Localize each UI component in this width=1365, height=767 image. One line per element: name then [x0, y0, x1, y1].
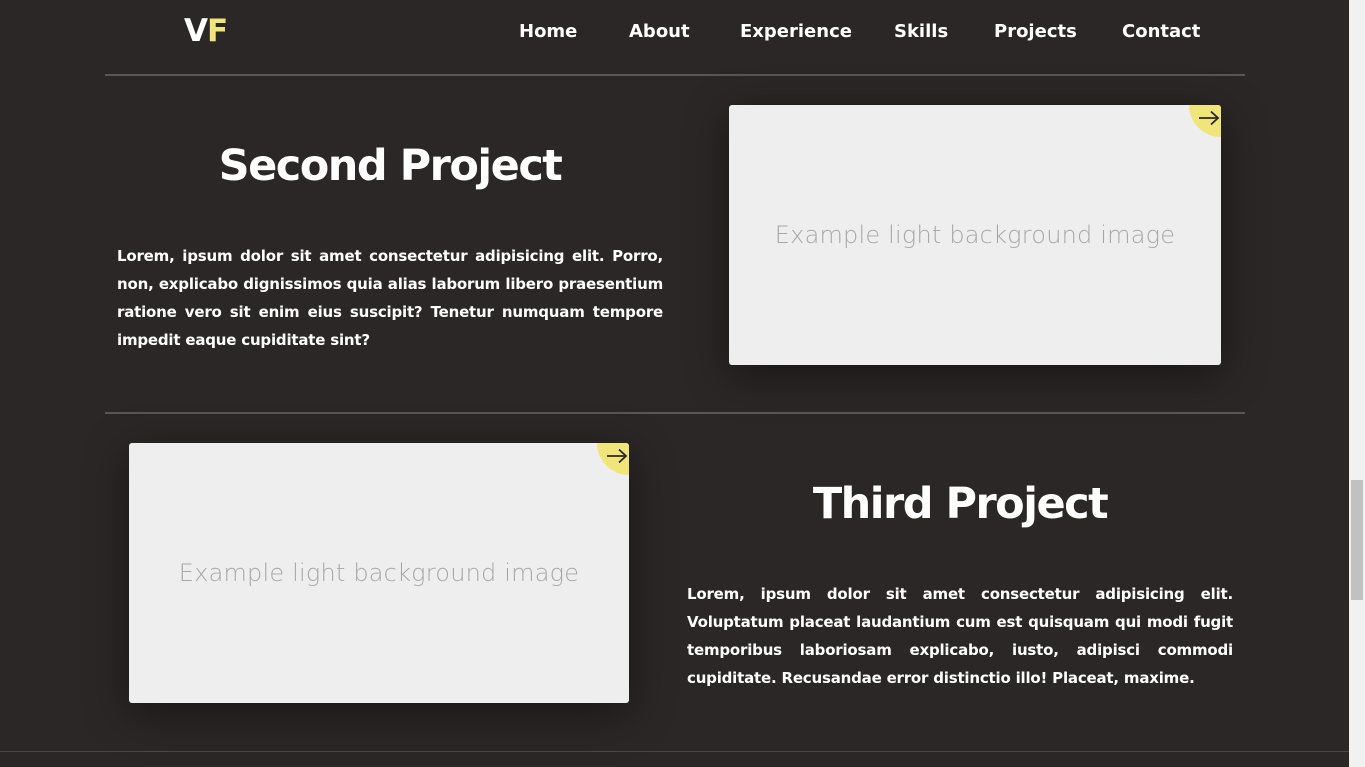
header-divider [105, 74, 1245, 76]
project-title: Second Project [218, 141, 563, 191]
project-link-button[interactable] [1189, 105, 1221, 137]
nav-skills[interactable]: Skills [894, 18, 948, 46]
nav-experience[interactable]: Experience [740, 18, 852, 46]
project-title: Third Project [812, 479, 1109, 529]
nav-home[interactable]: Home [519, 18, 577, 46]
section-divider [105, 412, 1245, 414]
scrollbar-thumb[interactable] [1351, 480, 1363, 600]
nav-contact[interactable]: Contact [1122, 18, 1200, 46]
project-description: Lorem, ipsum dolor sit amet consectetur … [117, 247, 663, 349]
section-divider [0, 751, 1349, 752]
image-placeholder-label: Example light background image [178, 559, 580, 587]
project-description: Lorem, ipsum dolor sit amet consectetur … [687, 585, 1233, 687]
arrow-right-icon [607, 448, 628, 464]
logo[interactable]: VF [184, 12, 228, 50]
project-link-button[interactable] [597, 443, 629, 475]
logo-letter-f: F [207, 13, 228, 49]
nav-about[interactable]: About [629, 18, 690, 46]
logo-letter-v: V [184, 13, 208, 49]
arrow-right-icon [1199, 110, 1220, 126]
nav-projects[interactable]: Projects [994, 18, 1077, 46]
project-image[interactable]: Example light background image [729, 105, 1221, 365]
image-placeholder-label: Example light background image [774, 221, 1176, 249]
vertical-scrollbar[interactable] [1349, 0, 1365, 767]
page: VF Home About Experience Skills Projects… [0, 0, 1349, 767]
project-image[interactable]: Example light background image [129, 443, 629, 703]
